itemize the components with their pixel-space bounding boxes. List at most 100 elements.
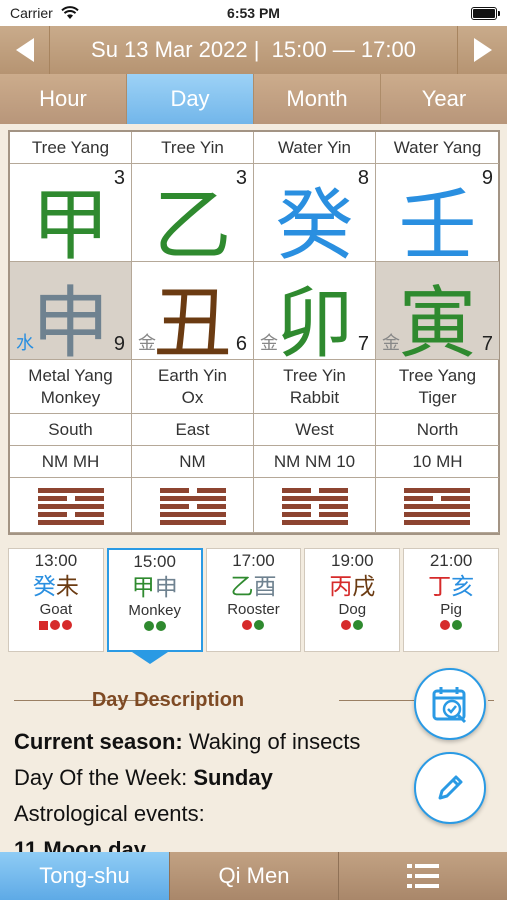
stem-name: Water Yang xyxy=(393,137,482,157)
next-button[interactable] xyxy=(457,26,507,74)
weekday-label: Day Of the Week: xyxy=(14,765,194,790)
hour-pillars-strip: 13:00 癸未 Goat 15:00 甲申 Monkey 17:00 乙酉 Rooster 19… xyxy=(8,548,499,652)
hour-card[interactable]: 21:00 丁亥 Pig xyxy=(403,548,499,652)
hour-pillar: 癸未 xyxy=(9,572,103,600)
animal-cell: Earth Yin Ox xyxy=(132,360,254,414)
stars-cell: NM MH xyxy=(10,446,132,478)
four-pillars-table: Tree Yang 甲 3 申水 9 Metal Yang Monkey South NM MH… xyxy=(8,130,500,535)
branch-cell: 申水9 xyxy=(10,262,132,360)
hour-card[interactable]: 19:00 丙戌 Dog xyxy=(304,548,401,652)
events-label: Astrological events: xyxy=(14,801,205,826)
stars: 10 MH xyxy=(412,451,463,471)
hour-time: 19:00 xyxy=(331,551,374,570)
branch-cell: 卯金7 xyxy=(254,262,376,360)
weekday-value: Sunday xyxy=(193,765,273,790)
date-range-label[interactable]: Su 13 Mar 2022 | 15:00 — 17:00 xyxy=(50,26,457,74)
hour-branch: 戌 xyxy=(352,573,376,599)
tab-qi-men[interactable]: Qi Men xyxy=(170,852,339,900)
weekday-line: Day Of the Week: Sunday xyxy=(14,760,414,796)
tab-day[interactable]: Day xyxy=(127,74,254,124)
direction-cell: East xyxy=(132,414,254,446)
hour-pillar: 乙酉 xyxy=(207,572,301,600)
description-header: Day Description xyxy=(14,687,414,715)
green-dot xyxy=(254,620,265,630)
stem-number: 3 xyxy=(235,167,247,189)
hour-time: 17:00 xyxy=(232,551,275,570)
season-label: Current season: xyxy=(14,729,183,754)
hexagram-cell xyxy=(254,478,376,533)
season-value: Waking of insects xyxy=(182,729,361,754)
status-bar: Carrier 6:53 PM xyxy=(0,0,507,26)
hour-pillar: 丙戌 xyxy=(305,572,399,600)
branch-number: 7 xyxy=(481,333,493,355)
divider-right-end xyxy=(488,700,494,701)
warning-square xyxy=(39,621,49,630)
branch-element: 金 xyxy=(382,333,400,354)
hour-rating xyxy=(109,621,201,631)
calendar-button[interactable] xyxy=(414,668,486,740)
stem-number: 8 xyxy=(357,167,369,189)
list-icon xyxy=(407,864,439,888)
hour-branch: 酉 xyxy=(253,573,277,599)
hour-pillar: 甲申 xyxy=(109,573,201,601)
hour-rating xyxy=(9,620,103,630)
pillar-column: Water Yin 癸 8 卯金 7 Tree Yin Rabbit West NM NM 10 xyxy=(254,132,377,533)
hour-branch: 未 xyxy=(55,573,79,599)
hour-card[interactable]: 13:00 癸未 Goat xyxy=(8,548,104,652)
branch-element: 金 xyxy=(138,333,156,354)
stem-number: 3 xyxy=(113,167,125,189)
animal-element: Tree Yang xyxy=(398,365,477,385)
stars-cell: 10 MH xyxy=(376,446,499,478)
tab-menu[interactable] xyxy=(339,852,507,900)
hour-stem: 癸 xyxy=(32,573,56,599)
heavenly-stem: 壬 xyxy=(398,181,477,262)
edit-button[interactable] xyxy=(414,752,486,824)
heavenly-stem: 乙 xyxy=(153,181,232,262)
animal-cell: Tree Yang Tiger xyxy=(376,360,499,414)
stem-name-cell: Water Yin xyxy=(254,132,376,164)
previous-button[interactable] xyxy=(0,26,50,74)
hexagram-icon xyxy=(160,488,226,528)
branch-number: 7 xyxy=(357,333,369,355)
stars: NM NM 10 xyxy=(273,451,356,471)
calendar-check-icon xyxy=(432,687,467,724)
branch-cell: 丑金6 xyxy=(132,262,254,360)
green-dot xyxy=(143,621,154,631)
stem-cell: 壬9 xyxy=(376,164,499,262)
green-dot xyxy=(353,620,364,630)
animal-element: Tree Yin xyxy=(283,365,346,385)
heavenly-stem: 甲 xyxy=(31,181,110,262)
red-dot xyxy=(242,620,253,630)
hour-animal: Pig xyxy=(440,601,462,618)
chevron-right-icon xyxy=(473,38,492,62)
hexagram-icon xyxy=(282,488,348,528)
hour-time: 13:00 xyxy=(34,551,78,570)
branch-element: 水 xyxy=(16,333,34,354)
hour-time: 21:00 xyxy=(429,551,473,570)
tab-month[interactable]: Month xyxy=(254,74,381,124)
stem-name: Water Yin xyxy=(277,137,352,157)
stem-number: 9 xyxy=(481,167,493,189)
hexagram-cell xyxy=(132,478,254,533)
hour-stem: 丁 xyxy=(428,573,452,599)
hour-animal: Dog xyxy=(338,601,367,618)
red-dot xyxy=(440,620,451,630)
tab-hour[interactable]: Hour xyxy=(0,74,127,124)
branch-number: 6 xyxy=(235,333,247,355)
stem-name: Tree Yang xyxy=(31,137,110,157)
hour-card[interactable]: 15:00 甲申 Monkey xyxy=(106,548,203,652)
tab-tong-shu[interactable]: Tong-shu xyxy=(0,852,170,900)
animal-cell: Tree Yin Rabbit xyxy=(254,360,376,414)
direction: East xyxy=(175,419,210,439)
hexagram-icon xyxy=(38,488,104,528)
hour-animal: Rooster xyxy=(227,601,280,618)
divider-right xyxy=(339,700,414,701)
tab-year[interactable]: Year xyxy=(381,74,507,124)
hour-stem: 甲 xyxy=(131,574,155,600)
hour-card[interactable]: 17:00 乙酉 Rooster xyxy=(205,548,302,652)
red-dot xyxy=(50,620,61,630)
hour-branch: 申 xyxy=(154,574,178,600)
red-dot xyxy=(341,620,352,630)
direction: West xyxy=(295,419,334,439)
stem-name: Tree Yin xyxy=(161,137,224,157)
